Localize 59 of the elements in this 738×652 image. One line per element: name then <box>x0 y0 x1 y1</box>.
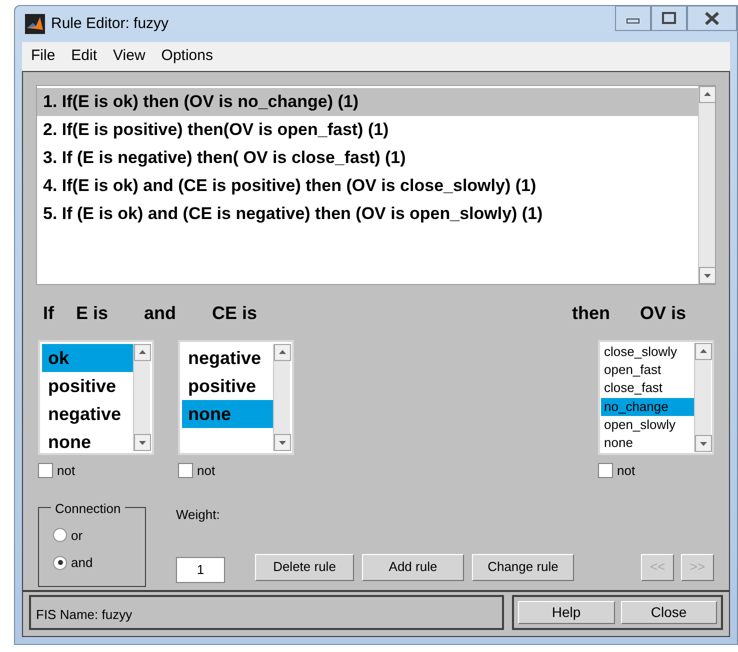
list-option[interactable]: no_change <box>601 398 694 416</box>
scrollbar[interactable] <box>698 86 715 284</box>
list-option[interactable]: close_slowly <box>601 343 694 362</box>
not-label: not <box>57 462 76 480</box>
membership-listbox[interactable]: negative positive none <box>178 340 294 455</box>
menu-item[interactable]: View <box>113 45 146 68</box>
radio-label: and <box>71 554 93 572</box>
membership-listbox[interactable]: close_slowly open_fast close_fast no_change open_slowly none <box>598 340 714 455</box>
list-option[interactable]: negative <box>42 400 133 428</box>
not-checkbox[interactable] <box>178 463 193 478</box>
scrollbar[interactable] <box>273 344 290 451</box>
not-label: not <box>197 462 216 480</box>
variable-label: E is <box>76 302 108 325</box>
then-label: then <box>572 302 610 325</box>
membership-listbox[interactable]: ok positive negative none <box>38 340 154 455</box>
rule-item[interactable]: 2. If(E is positive) then(OV is open_fast) (1) <box>37 116 698 144</box>
list-option[interactable]: none <box>601 434 694 452</box>
weight-field[interactable]: 1 <box>176 557 225 583</box>
action-button[interactable]: Change rule <box>472 554 574 580</box>
menu-item[interactable]: Edit <box>71 45 98 68</box>
list-option[interactable]: open_fast <box>601 361 694 380</box>
variable-label: CE is <box>212 302 258 325</box>
radio-button[interactable] <box>53 528 67 542</box>
weight-label: Weight: <box>176 506 221 524</box>
list-option[interactable]: none <box>42 428 133 456</box>
connector-label: and <box>144 302 176 325</box>
rule-item[interactable]: 3. If (E is negative) then( OV is close_fast) (1) <box>37 144 698 172</box>
scrollbar[interactable] <box>133 344 150 451</box>
list-option[interactable]: open_slowly <box>601 416 694 434</box>
close-icon[interactable] <box>687 6 737 31</box>
menu-item[interactable]: Options <box>161 45 213 68</box>
window-title: Rule Editor: fuzyy <box>51 14 169 34</box>
list-option[interactable]: close_fast <box>601 379 694 398</box>
variable-label: OV is <box>640 302 686 325</box>
menu-item[interactable]: File <box>31 45 56 68</box>
rule-item[interactable]: 5. If (E is ok) and (CE is negative) then (OV is open_slowly) (1) <box>37 200 698 228</box>
list-option[interactable]: positive <box>42 372 133 400</box>
action-button[interactable]: Add rule <box>362 554 464 580</box>
radio-button[interactable] <box>53 556 67 570</box>
list-option[interactable]: ok <box>42 344 133 372</box>
if-label: If <box>43 302 54 325</box>
list-option[interactable]: negative <box>182 344 273 372</box>
minimize-icon[interactable] <box>615 6 651 31</box>
radio-label: or <box>71 526 83 544</box>
scrollbar[interactable] <box>694 343 711 452</box>
list-option[interactable]: positive <box>182 372 273 400</box>
footer-button[interactable]: Help <box>518 601 614 624</box>
rules-listbox[interactable] <box>36 85 716 285</box>
list-option[interactable]: none <box>182 400 273 428</box>
not-checkbox[interactable] <box>598 463 613 478</box>
not-checkbox[interactable] <box>38 463 53 478</box>
rule-item[interactable]: 4. If(E is ok) and (CE is positive) then (OV is close_slowly) (1) <box>37 172 698 200</box>
footer-button[interactable]: Close <box>620 601 717 624</box>
action-button[interactable]: Delete rule <box>255 554 354 580</box>
rule-item[interactable]: 1. If(E is ok) then (OV is no_change) (1) <box>37 88 698 116</box>
app-logo-icon <box>25 14 45 34</box>
maximize-icon[interactable] <box>651 6 687 31</box>
status-text: FIS Name: fuzyy <box>36 607 132 622</box>
not-label: not <box>617 462 636 480</box>
